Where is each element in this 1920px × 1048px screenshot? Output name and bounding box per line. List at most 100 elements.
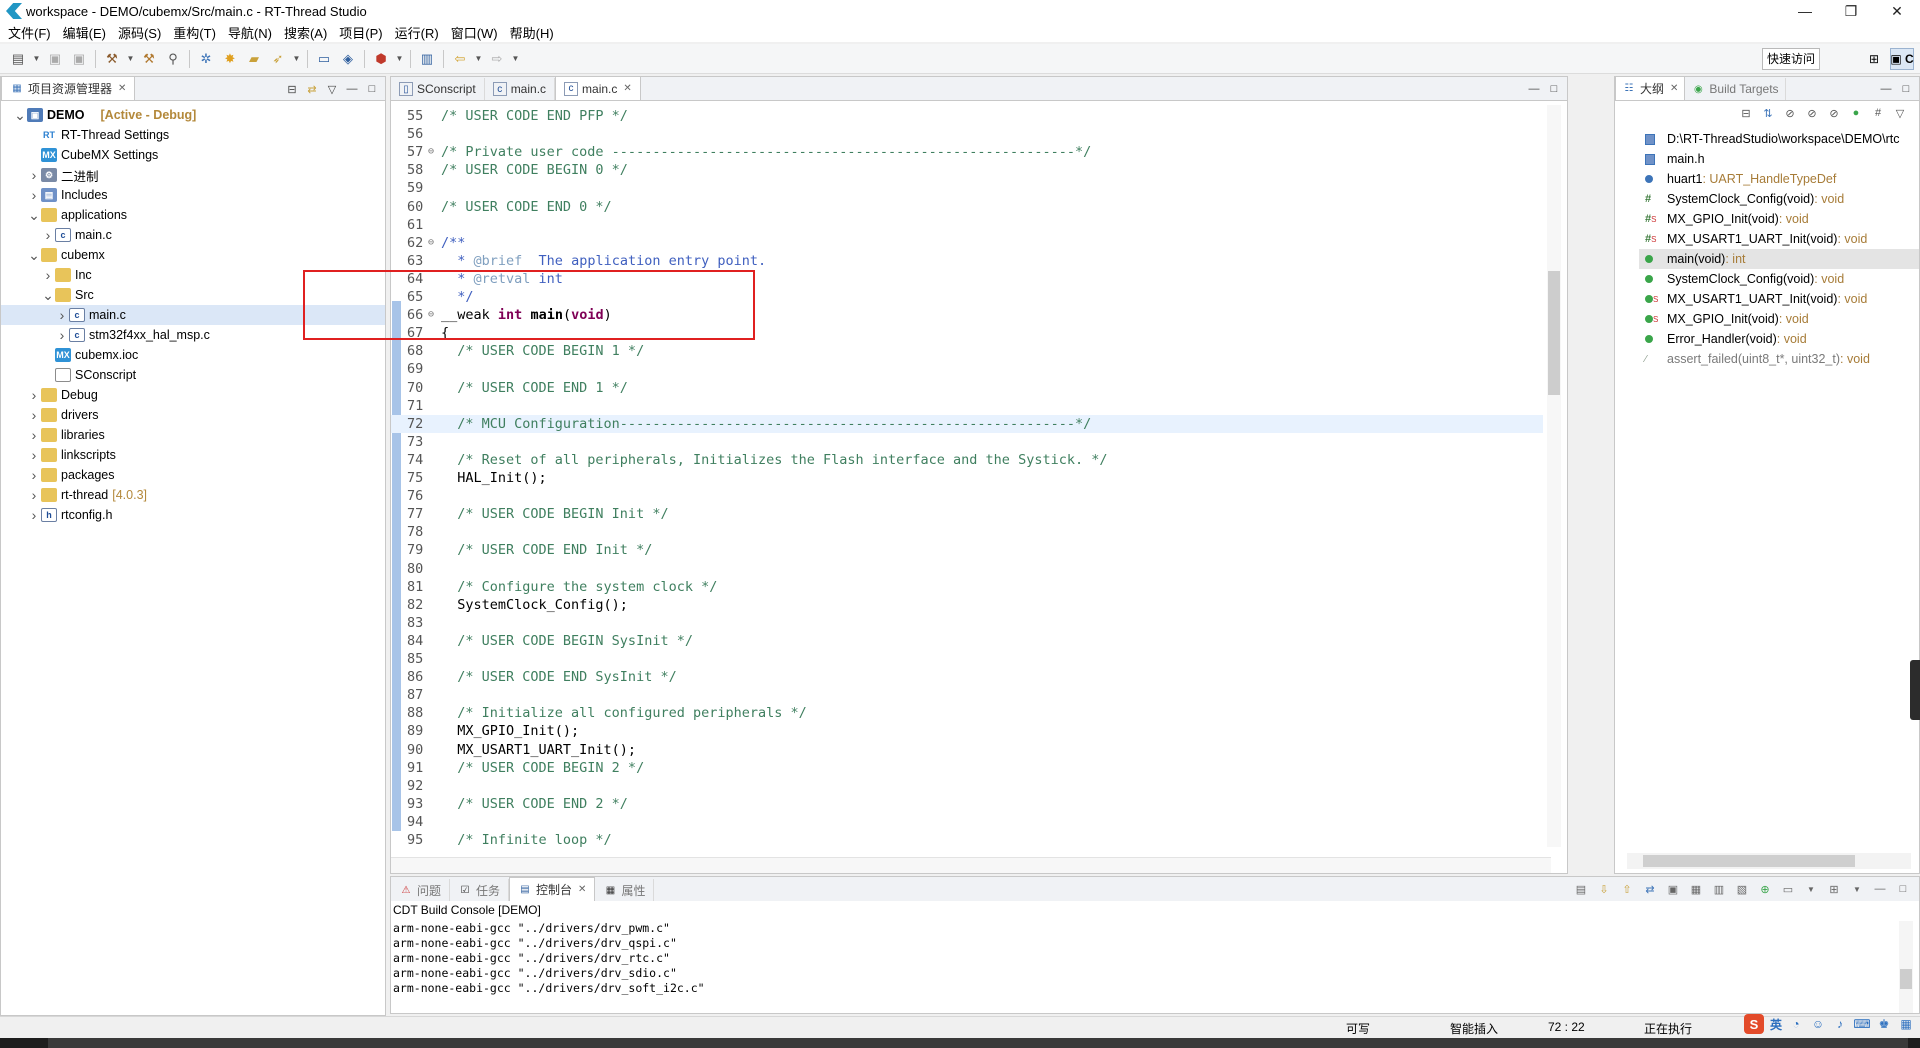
serial-icon[interactable]: ◈: [338, 49, 358, 69]
collapsed-chevron-icon[interactable]: ›: [27, 187, 41, 203]
side-panel-handle[interactable]: [1910, 660, 1920, 720]
code-line[interactable]: 61: [391, 216, 1543, 234]
code-line[interactable]: 95 /* Infinite loop */: [391, 831, 1543, 849]
code-line[interactable]: 58/* USER CODE BEGIN 0 */: [391, 161, 1543, 179]
back-icon[interactable]: ⇦: [450, 49, 470, 69]
display-console-dropdown-icon[interactable]: ▼: [1801, 881, 1821, 897]
console-properties-icon[interactable]: ▤: [1571, 881, 1591, 897]
code-line[interactable]: 76: [391, 487, 1543, 505]
collapsed-chevron-icon[interactable]: ›: [27, 467, 41, 483]
console-scroll-thumb[interactable]: [1900, 969, 1912, 989]
quick-access-button[interactable]: 快速访问: [1761, 48, 1820, 70]
code-line[interactable]: 71: [391, 397, 1543, 415]
pin-editor-icon[interactable]: ▥: [417, 49, 437, 69]
hide-non-public-icon[interactable]: ⊘: [1825, 105, 1843, 121]
close-tab-icon[interactable]: ✕: [1670, 83, 1678, 94]
code-line[interactable]: 90 MX_USART1_UART_Init();: [391, 741, 1543, 759]
skin-icon[interactable]: ♚: [1876, 1016, 1892, 1032]
clean-icon[interactable]: ⚲: [163, 49, 183, 69]
debug-icon[interactable]: ⬢: [371, 49, 391, 69]
code-line[interactable]: 89 MX_GPIO_Init();: [391, 722, 1543, 740]
code-line[interactable]: 84 /* USER CODE BEGIN SysInit */: [391, 632, 1543, 650]
editor-tab[interactable]: c main.c ✕: [555, 76, 641, 100]
menu-project[interactable]: 项目(P): [335, 23, 390, 42]
collapsed-chevron-icon[interactable]: ›: [27, 487, 41, 503]
collapsed-chevron-icon[interactable]: ›: [27, 507, 41, 523]
terminal-icon[interactable]: ▭: [314, 49, 334, 69]
build-dropdown-icon[interactable]: ▼: [126, 49, 135, 69]
download-dropdown-icon[interactable]: ▼: [292, 49, 301, 69]
code-line[interactable]: 82 SystemClock_Config();: [391, 596, 1543, 614]
console-vertical-scrollbar[interactable]: [1899, 921, 1913, 1013]
tree-item[interactable]: › linkscripts: [1, 445, 385, 465]
tab-tasks[interactable]: ☑ 任务: [450, 879, 510, 901]
code-line[interactable]: 62 ⊖/**: [391, 234, 1543, 252]
expanded-chevron-icon[interactable]: ⌄: [27, 247, 41, 264]
menu-run[interactable]: 运行(R): [391, 23, 447, 42]
tree-item[interactable]: ⌄ ▣ DEMO [Active - Debug]: [1, 105, 385, 125]
menu-source[interactable]: 源码(S): [114, 23, 169, 42]
group-macros-icon[interactable]: #: [1869, 105, 1887, 121]
code-line[interactable]: 59: [391, 179, 1543, 197]
tab-properties[interactable]: ▦ 属性: [595, 879, 655, 901]
fold-toggle-icon[interactable]: ⊖: [428, 143, 434, 161]
save-all-icon[interactable]: ▣: [69, 49, 89, 69]
code-line[interactable]: 73: [391, 433, 1543, 451]
debug-dropdown-icon[interactable]: ▼: [395, 49, 404, 69]
emoji-icon[interactable]: ☺: [1810, 1016, 1826, 1032]
word-wrap-icon[interactable]: ▧: [1732, 881, 1752, 897]
pin-console-icon[interactable]: ⊕: [1755, 881, 1775, 897]
back-dropdown-icon[interactable]: ▼: [474, 49, 483, 69]
outline-item[interactable]: ⁄ assert_failed(uint8_t*, uint32_t) : voi…: [1639, 349, 1919, 369]
download-icon[interactable]: ➶: [268, 49, 288, 69]
code-line[interactable]: 88 /* Initialize all configured peripher…: [391, 704, 1543, 722]
tree-item[interactable]: SConscript: [1, 365, 385, 385]
code-line[interactable]: 81 /* Configure the system clock */: [391, 578, 1543, 596]
tree-item[interactable]: MX CubeMX Settings: [1, 145, 385, 165]
minimize-view-icon[interactable]: —: [343, 81, 361, 97]
microphone-icon[interactable]: ♪: [1832, 1016, 1848, 1032]
tree-item[interactable]: RT RT-Thread Settings: [1, 125, 385, 145]
tab-build-targets[interactable]: ◉ Build Targets: [1685, 78, 1786, 100]
outline-item[interactable]: S MX_GPIO_Init(void) : void: [1639, 309, 1919, 329]
maximize-button[interactable]: ❐: [1828, 0, 1874, 22]
code-line[interactable]: 87: [391, 686, 1543, 704]
view-menu-icon[interactable]: ▽: [1891, 105, 1909, 121]
outline-item[interactable]: D:\RT-ThreadStudio\workspace\DEMO\rtc: [1639, 129, 1919, 149]
open-folder-icon[interactable]: ▰: [244, 49, 264, 69]
outline-scroll-thumb[interactable]: [1643, 855, 1855, 867]
menu-edit[interactable]: 编辑(E): [59, 23, 114, 42]
editor-tab[interactable]: ▯ SConscript: [391, 78, 485, 100]
collapsed-chevron-icon[interactable]: ›: [27, 427, 41, 443]
punctuation-icon[interactable]: ◔: [1788, 1016, 1804, 1032]
collapsed-chevron-icon[interactable]: ›: [41, 227, 55, 243]
next-error-icon[interactable]: ⇩: [1594, 881, 1614, 897]
code-line[interactable]: 70 /* USER CODE END 1 */: [391, 379, 1543, 397]
menu-search[interactable]: 搜索(A): [280, 23, 335, 42]
code-line[interactable]: 63 * @brief The application entry point.: [391, 252, 1543, 270]
code-line[interactable]: 56: [391, 125, 1543, 143]
code-line[interactable]: 77 /* USER CODE BEGIN Init */: [391, 505, 1543, 523]
close-tab-icon[interactable]: ✕: [623, 83, 631, 94]
sdk-manager-icon[interactable]: ✸: [220, 49, 240, 69]
code-line[interactable]: 78: [391, 523, 1543, 541]
menu-help[interactable]: 帮助(H): [506, 23, 562, 42]
minimize-editor-icon[interactable]: —: [1525, 81, 1543, 97]
close-tab-icon[interactable]: ✕: [118, 83, 126, 94]
editor-tab[interactable]: c main.c: [485, 78, 556, 100]
fold-toggle-icon[interactable]: ⊖: [428, 234, 434, 252]
code-line[interactable]: 60/* USER CODE END 0 */: [391, 198, 1543, 216]
close-button[interactable]: ✕: [1874, 0, 1920, 22]
console-output[interactable]: arm-none-eabi-gcc "../drivers/drv_pwm.c"…: [393, 921, 705, 996]
code-line[interactable]: 57 ⊖/* Private user code ----------------…: [391, 143, 1543, 161]
toolbox-icon[interactable]: ▦: [1898, 1016, 1914, 1032]
keyboard-icon[interactable]: ⌨: [1853, 1016, 1870, 1032]
menu-refactor[interactable]: 重构(T): [169, 23, 224, 42]
code-line[interactable]: 92: [391, 777, 1543, 795]
tree-item[interactable]: › packages: [1, 465, 385, 485]
expanded-chevron-icon[interactable]: ⌄: [27, 207, 41, 224]
tree-item[interactable]: › h rtconfig.h: [1, 505, 385, 525]
copy-build-log-icon[interactable]: ▣: [1663, 881, 1683, 897]
code-line[interactable]: 80: [391, 560, 1543, 578]
group-includes-icon[interactable]: ●: [1847, 105, 1865, 121]
